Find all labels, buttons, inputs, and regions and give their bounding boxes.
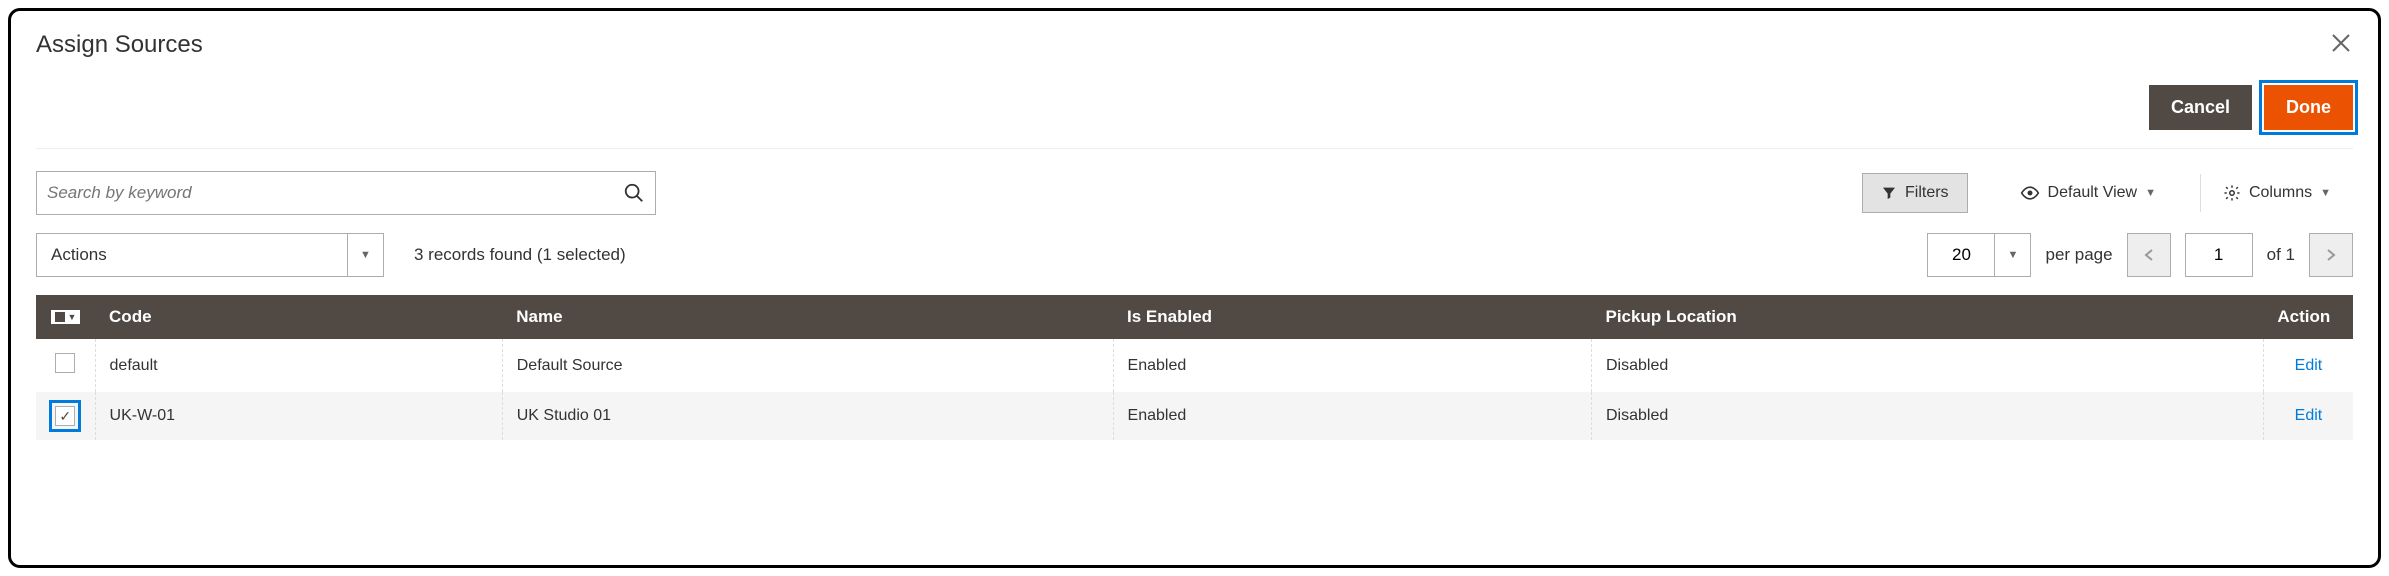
header-name[interactable]: Name [502,295,1113,339]
table-row: UK-W-01UK Studio 01EnabledDisabled Edit [36,392,2353,440]
checkbox-indicator-icon [55,312,65,322]
of-label: of 1 [2267,245,2295,265]
select-all-checkbox[interactable]: ▼ [51,310,81,324]
table-row: defaultDefault SourceEnabledDisabled Edit [36,339,2353,392]
eye-icon [2020,183,2040,203]
records-count: 3 records found (1 selected) [414,245,626,265]
page-size-select[interactable]: ▼ [1927,233,2031,277]
cell-code: UK-W-01 [95,392,502,440]
gear-icon [2223,184,2241,202]
funnel-icon [1881,185,1897,201]
next-page-button[interactable] [2309,233,2353,277]
search-icon[interactable] [623,182,645,204]
cell-enabled: Enabled [1113,392,1591,440]
toolbar-actions-row: Actions ▼ 3 records found (1 selected) ▼… [36,233,2353,277]
cell-code: default [95,339,502,392]
cell-name: Default Source [502,339,1113,392]
per-page-label: per page [2045,245,2112,265]
header-code[interactable]: Code [95,295,502,339]
row-checkbox[interactable] [55,353,75,373]
actions-dropdown[interactable]: Actions ▼ [36,233,384,277]
close-icon[interactable] [2329,31,2353,55]
header-action: Action [2263,295,2353,339]
header-enabled[interactable]: Is Enabled [1113,295,1591,339]
cell-pickup: Disabled [1591,392,2263,440]
cell-enabled: Enabled [1113,339,1591,392]
filters-label: Filters [1905,184,1949,202]
edit-link[interactable]: Edit [2295,357,2323,374]
edit-link[interactable]: Edit [2295,407,2323,424]
default-view-dropdown[interactable]: Default View ▼ [1998,174,2178,212]
page-size-input[interactable] [1927,233,1995,277]
cell-name: UK Studio 01 [502,392,1113,440]
modal-header: Assign Sources [36,31,2353,59]
cancel-button[interactable]: Cancel [2149,85,2252,130]
header-pickup[interactable]: Pickup Location [1591,295,2263,339]
actions-label: Actions [37,234,347,276]
default-view-label: Default View [2048,184,2138,202]
done-button[interactable]: Done [2264,85,2353,130]
sources-grid: ▼ Code Name Is Enabled Pickup Location A… [36,295,2353,440]
chevron-down-icon: ▼ [1995,233,2031,277]
chevron-down-icon: ▼ [2320,187,2331,199]
row-checkbox[interactable] [55,406,75,426]
button-bar: Cancel Done [36,77,2353,149]
pagination: ▼ per page of 1 [1927,233,2353,277]
chevron-down-icon: ▼ [68,312,77,322]
chevron-down-icon: ▼ [2145,187,2156,199]
search-input[interactable] [47,183,623,203]
cell-pickup: Disabled [1591,339,2263,392]
grid-header-row: ▼ Code Name Is Enabled Pickup Location A… [36,295,2353,339]
filters-button[interactable]: Filters [1862,173,1968,213]
toolbar-right: Filters Default View ▼ Columns ▼ [1862,173,2353,213]
toolbar-search-row: Filters Default View ▼ Columns ▼ [36,171,2353,215]
modal-title: Assign Sources [36,31,203,59]
prev-page-button[interactable] [2127,233,2171,277]
current-page-input[interactable] [2185,233,2253,277]
chevron-down-icon: ▼ [347,234,383,276]
toolbar2-left: Actions ▼ 3 records found (1 selected) [36,233,626,277]
columns-dropdown[interactable]: Columns ▼ [2200,174,2353,212]
assign-sources-modal: Assign Sources Cancel Done Filters [8,8,2381,568]
search-box[interactable] [36,171,656,215]
select-all-header[interactable]: ▼ [36,295,95,339]
columns-label: Columns [2249,184,2312,202]
